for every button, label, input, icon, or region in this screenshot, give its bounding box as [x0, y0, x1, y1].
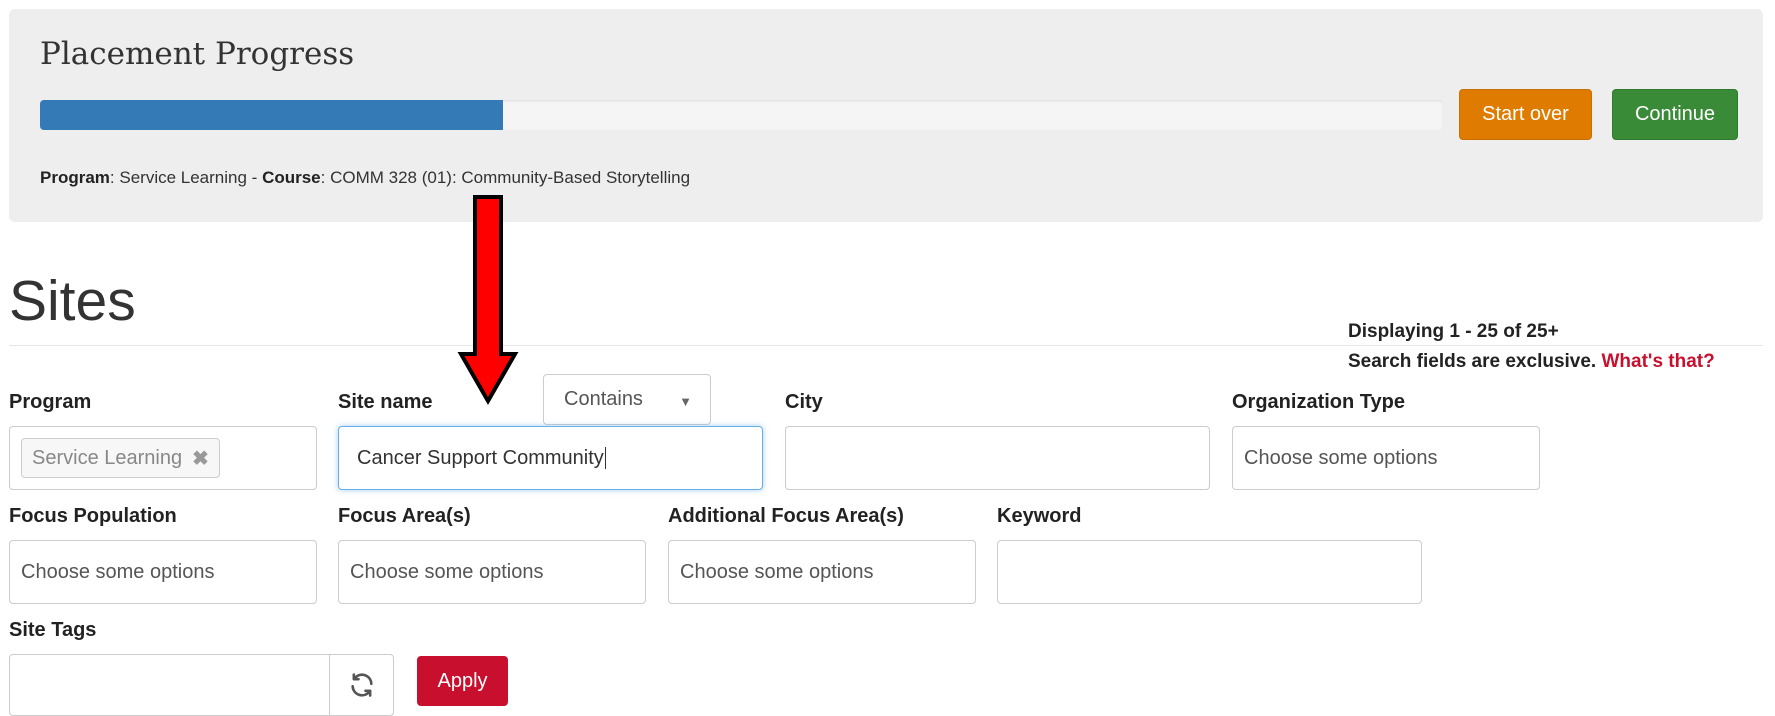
site-tags-input[interactable]	[9, 654, 330, 716]
page-title: Sites	[9, 269, 136, 333]
results-count: Displaying 1 - 25 of 25+	[1348, 321, 1559, 342]
org-type-placeholder: Choose some options	[1244, 446, 1438, 469]
keyword-input[interactable]	[997, 540, 1422, 604]
city-input[interactable]	[785, 426, 1210, 490]
focus-areas-input[interactable]: Choose some options	[338, 540, 646, 604]
city-label: City	[785, 391, 823, 413]
focus-population-placeholder: Choose some options	[21, 560, 215, 583]
site-name-value: Cancer Support Community	[357, 446, 604, 469]
refresh-icon	[350, 673, 373, 697]
program-chip-label: Service Learning	[32, 446, 183, 469]
additional-focus-placeholder: Choose some options	[680, 560, 874, 583]
program-filter-input[interactable]: Service Learning ✖	[9, 426, 317, 490]
program-label: Program	[40, 168, 110, 187]
site-name-mode-select[interactable]: Contains ▼	[543, 374, 711, 425]
additional-focus-input[interactable]: Choose some options	[668, 540, 976, 604]
results-info: Displaying 1 - 25 of 25+ Search fields a…	[1348, 317, 1715, 377]
site-name-label: Site name	[338, 391, 433, 413]
focus-areas-placeholder: Choose some options	[350, 560, 544, 583]
site-tags-label: Site Tags	[9, 619, 97, 641]
down-arrow-icon	[457, 195, 519, 406]
text-cursor	[604, 447, 606, 469]
focus-population-input[interactable]: Choose some options	[9, 540, 317, 604]
program-chip: Service Learning ✖	[21, 438, 220, 478]
focus-areas-label: Focus Area(s)	[338, 505, 471, 527]
keyword-label: Keyword	[997, 505, 1082, 527]
additional-focus-label: Additional Focus Area(s)	[668, 505, 904, 527]
progress-bar	[40, 100, 1443, 130]
start-over-button[interactable]: Start over	[1459, 89, 1592, 140]
program-course-info: Program: Service Learning - Course: COMM…	[40, 168, 690, 188]
caret-down-icon: ▼	[679, 394, 692, 409]
continue-button[interactable]: Continue	[1612, 89, 1738, 140]
site-name-input[interactable]: Cancer Support Community	[338, 426, 763, 490]
focus-population-label: Focus Population	[9, 505, 177, 527]
site-name-mode-value: Contains	[564, 388, 643, 410]
refresh-button[interactable]	[329, 654, 394, 716]
whats-that-link[interactable]: What's that?	[1602, 351, 1715, 372]
course-label: Course	[262, 168, 321, 187]
program-value: : Service Learning -	[109, 168, 263, 187]
progress-bar-fill	[40, 100, 503, 130]
exclusive-text: Search fields are exclusive.	[1348, 351, 1597, 372]
close-icon[interactable]: ✖	[192, 446, 209, 471]
course-value: : COMM 328 (01): Community-Based Storyte…	[320, 168, 691, 187]
placement-title: Placement Progress	[40, 36, 355, 72]
apply-button[interactable]: Apply	[417, 656, 508, 706]
org-type-input[interactable]: Choose some options	[1232, 426, 1540, 490]
org-type-label: Organization Type	[1232, 391, 1405, 413]
exclusive-note: Search fields are exclusive. What's that…	[1348, 347, 1715, 377]
program-filter-label: Program	[9, 391, 92, 413]
